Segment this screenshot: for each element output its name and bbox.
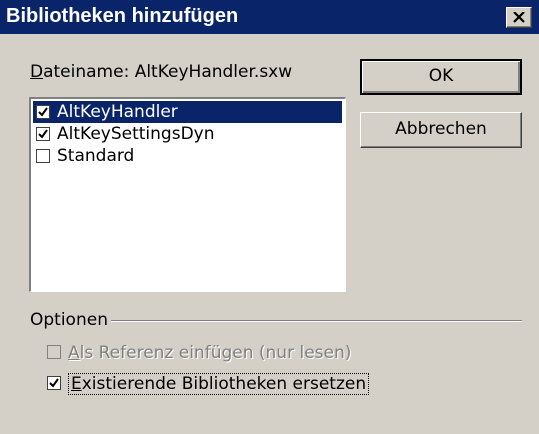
library-label: AltKeyHandler — [57, 102, 178, 122]
title-bar[interactable]: Bibliotheken hinzufügen — [0, 0, 539, 34]
list-item[interactable]: AltKeyHandler — [33, 101, 342, 123]
checkmark-icon — [38, 107, 48, 117]
ok-button[interactable]: OK — [360, 59, 522, 95]
list-item[interactable]: Standard — [33, 145, 342, 167]
library-label: Standard — [57, 146, 135, 166]
options-group-label: Optionen — [30, 310, 108, 330]
reference-checkbox[interactable] — [47, 345, 61, 359]
replace-checkbox[interactable] — [47, 376, 61, 390]
library-label: AltKeySettingsDyn — [57, 124, 215, 144]
replace-label: Existierende Bibliotheken ersetzen — [68, 372, 370, 396]
filename-label: Dateiname: AltKeyHandler.sxw — [30, 62, 293, 82]
checkmark-icon — [49, 378, 59, 388]
options-divider — [111, 320, 522, 322]
list-item[interactable]: AltKeySettingsDyn — [33, 123, 342, 145]
library-checkbox[interactable] — [36, 127, 50, 141]
reference-label: Als Referenz einfügen (nur lesen) — [68, 343, 352, 363]
library-list[interactable]: AltKeyHandler AltKeySettingsDyn Standard — [29, 97, 346, 292]
library-checkbox[interactable] — [36, 149, 50, 163]
cancel-button[interactable]: Abbrechen — [360, 112, 522, 148]
close-icon — [513, 12, 525, 23]
library-checkbox[interactable] — [36, 105, 50, 119]
close-button[interactable] — [506, 7, 532, 28]
checkmark-icon — [38, 129, 48, 139]
dialog-title: Bibliotheken hinzufügen — [6, 5, 239, 27]
